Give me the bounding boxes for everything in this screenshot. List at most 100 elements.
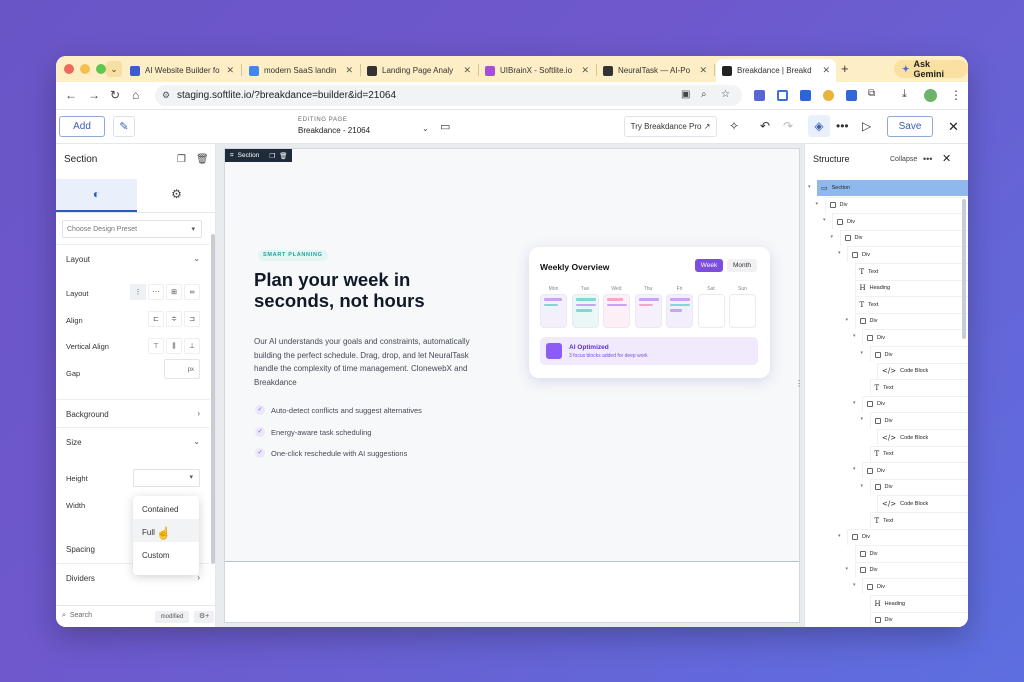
structure-node[interactable]: Div xyxy=(862,462,968,479)
horizontal-layout-icon[interactable]: ⋯ xyxy=(148,284,164,300)
expand-chevron-icon[interactable]: ▾ xyxy=(831,234,834,240)
close-icon[interactable]: ✕ xyxy=(942,152,951,165)
width-option-custom[interactable]: Custom xyxy=(133,542,199,565)
structure-node[interactable]: Div xyxy=(854,561,968,578)
close-tab-icon[interactable]: ✕ xyxy=(226,65,234,76)
structure-node[interactable]: Div xyxy=(869,412,968,429)
structure-node[interactable]: </> Code Block xyxy=(877,429,968,445)
zoom-icon[interactable]: ⌕ xyxy=(701,89,707,100)
duplicate-icon[interactable]: ❐ xyxy=(269,152,275,160)
section-element-label[interactable]: ⌗ Section ❐ 🗑 xyxy=(225,149,293,162)
extension-3-icon[interactable] xyxy=(800,90,811,101)
redo-icon[interactable]: ↷ xyxy=(783,119,793,133)
day-column[interactable] xyxy=(540,294,567,328)
profile-avatar[interactable] xyxy=(924,89,937,102)
align-center-icon[interactable]: ≑ xyxy=(166,311,182,327)
structure-node[interactable]: </> Code Block xyxy=(877,495,968,512)
structure-node[interactable]: Div xyxy=(862,395,968,412)
tab-search-chevron-icon[interactable]: ⌄ xyxy=(106,61,122,77)
structure-node[interactable]: Div xyxy=(839,229,968,246)
close-window-button[interactable] xyxy=(64,64,74,74)
structure-node[interactable]: Div xyxy=(847,528,968,545)
maximize-window-button[interactable] xyxy=(96,64,106,74)
panel-scrollbar[interactable] xyxy=(211,234,215,564)
structure-node[interactable]: H Heading xyxy=(869,595,968,611)
structure-node[interactable]: Div xyxy=(854,312,968,329)
browser-tab[interactable]: UIBrainX - Softlite.io ✕ xyxy=(479,59,595,82)
expand-chevron-icon[interactable]: ▾ xyxy=(846,317,849,323)
browser-tab[interactable]: Breakdance | Breakd ✕ xyxy=(716,59,836,82)
expand-chevron-icon[interactable]: ▾ xyxy=(853,333,856,339)
day-column[interactable] xyxy=(571,294,599,328)
width-option-contained[interactable]: Contained xyxy=(133,496,199,519)
expand-chevron-icon[interactable]: ▾ xyxy=(853,466,856,472)
browser-menu-icon[interactable]: ⋮ xyxy=(950,88,962,102)
search-input[interactable]: ⌕ Search xyxy=(62,612,92,620)
expand-chevron-icon[interactable]: ▾ xyxy=(853,582,856,588)
layers-icon[interactable]: ◈ xyxy=(808,115,830,137)
close-tab-icon[interactable]: ✕ xyxy=(463,65,471,76)
expand-chevron-icon[interactable]: ▾ xyxy=(823,217,826,223)
browser-tab[interactable]: NeuralTask — AI-Po ✕ xyxy=(597,59,713,82)
layout-section-header[interactable]: Layout ⌄ xyxy=(56,244,210,271)
editing-page-selector[interactable]: EDITING PAGE Breakdance - 21064 ⌄ xyxy=(298,117,429,135)
close-builder-icon[interactable]: ✕ xyxy=(948,119,959,135)
structure-node[interactable]: Div xyxy=(832,213,968,230)
download-icon[interactable]: ⤓ xyxy=(902,88,907,101)
home-icon[interactable]: ⌂ xyxy=(132,88,139,102)
extensions-puzzle-icon[interactable]: ⧉ xyxy=(868,88,875,99)
month-toggle-button[interactable]: Month xyxy=(727,259,757,272)
day-column[interactable] xyxy=(666,294,693,328)
resize-handle-icon[interactable]: ⋮ xyxy=(795,379,803,388)
clipboard-icon[interactable]: ▣ xyxy=(681,89,690,100)
url-bar[interactable]: ⚙ staging.softlite.io/?breakdance=builde… xyxy=(155,85,742,106)
structure-node[interactable]: T Text xyxy=(854,263,968,279)
tab-settings[interactable]: ⚙ xyxy=(137,179,216,212)
extension-5-icon[interactable] xyxy=(846,90,857,101)
structure-node[interactable]: T Text xyxy=(869,379,968,396)
structure-node[interactable]: Div xyxy=(847,246,968,263)
trash-icon[interactable]: 🗑 xyxy=(196,154,209,165)
trash-icon[interactable]: 🗑 xyxy=(279,152,287,160)
close-tab-icon[interactable]: ✕ xyxy=(581,65,589,76)
edit-icon[interactable]: ✎ xyxy=(113,116,135,137)
try-breakdance-pro-button[interactable]: Try Breakdance Pro ↗ xyxy=(624,116,717,137)
settings-add-button[interactable]: ⚙+ xyxy=(194,611,214,623)
feature-item[interactable]: ✓ Auto-detect conflicts and suggest alter… xyxy=(255,405,422,415)
close-tab-icon[interactable]: ✕ xyxy=(822,65,830,76)
structure-node[interactable]: Div xyxy=(824,196,968,213)
structure-node[interactable]: </> Code Block xyxy=(877,362,968,379)
browser-tab[interactable]: AI Website Builder fo ✕ xyxy=(124,59,240,82)
align-middle-icon[interactable]: ⫼ xyxy=(166,338,182,354)
browser-tab[interactable]: Landing Page Analy ✕ xyxy=(361,59,477,82)
align-right-icon[interactable]: ⊐ xyxy=(184,311,200,327)
structure-node[interactable]: Div xyxy=(854,545,968,562)
reload-icon[interactable]: ↻ xyxy=(110,88,120,102)
hero-heading[interactable]: Plan your week in seconds, not hours xyxy=(254,269,454,311)
site-info-icon[interactable]: ⚙ xyxy=(162,90,170,101)
feature-item[interactable]: ✓ One-click reschedule with AI suggestion… xyxy=(255,448,407,458)
browser-tab[interactable]: modern SaaS landin ✕ xyxy=(243,59,359,82)
more-dots-icon[interactable]: ••• xyxy=(836,119,849,133)
new-tab-button[interactable]: + xyxy=(841,61,849,76)
more-dots-icon[interactable]: ••• xyxy=(923,154,932,164)
align-top-icon[interactable]: ⊤ xyxy=(148,338,164,354)
save-button[interactable]: Save xyxy=(887,116,933,137)
modified-filter-button[interactable]: modified xyxy=(155,611,189,623)
minimize-window-button[interactable] xyxy=(80,64,90,74)
ask-gemini-button[interactable]: ✦ Ask Gemini xyxy=(894,59,968,79)
align-left-icon[interactable]: ⊏ xyxy=(148,311,164,327)
close-tab-icon[interactable]: ✕ xyxy=(699,65,707,76)
structure-node[interactable]: H Heading xyxy=(854,279,968,296)
hero-paragraph[interactable]: Our AI understands your goals and constr… xyxy=(254,335,494,389)
background-section-header[interactable]: Background › xyxy=(56,399,210,426)
extension-1-icon[interactable] xyxy=(754,90,765,101)
structure-node[interactable]: Div xyxy=(869,611,968,627)
vertical-layout-icon[interactable]: ⋮ xyxy=(130,284,146,300)
day-column[interactable] xyxy=(729,294,756,328)
expand-chevron-icon[interactable]: ▾ xyxy=(846,566,849,572)
play-preview-icon[interactable]: ▷ xyxy=(862,119,871,133)
extension-2-icon[interactable] xyxy=(777,90,788,101)
duplicate-icon[interactable]: ❐ xyxy=(177,154,186,165)
add-button[interactable]: Add xyxy=(59,116,105,137)
